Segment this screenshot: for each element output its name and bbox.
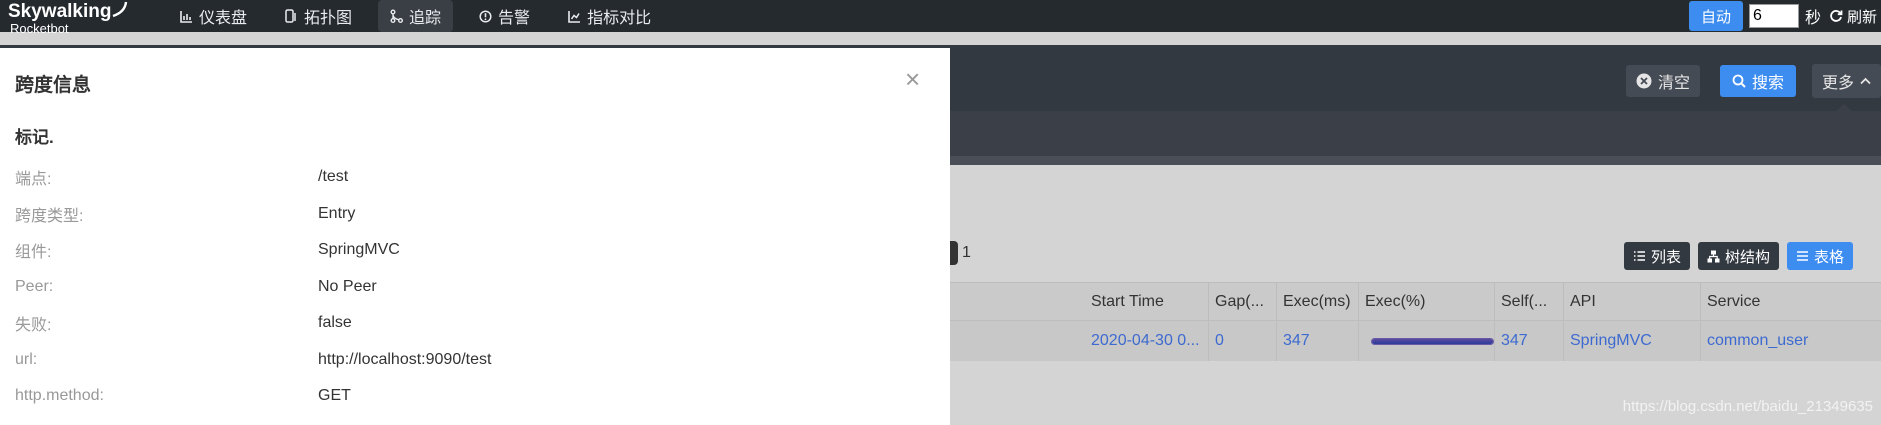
page-number[interactable]: 1 [962, 244, 971, 262]
nav-item-dashboard[interactable]: 仪表盘 [168, 0, 259, 32]
watermark-text: https://blog.csdn.net/baidu_21349635 [1622, 398, 1873, 415]
logo-arc-icon [112, 1, 128, 18]
cell-self[interactable]: 347 [1495, 321, 1564, 361]
field-value: Entry [318, 205, 356, 222]
field-row-error: 失败: false [15, 312, 352, 334]
nav-label-alarm: 告警 [498, 10, 531, 27]
view-table-label: 表格 [1814, 248, 1845, 266]
field-row-component: 组件: SpringMVC [15, 239, 400, 261]
column-header-exec-pct[interactable]: Exec(%) [1359, 283, 1495, 320]
view-tree-label: 树结构 [1725, 248, 1771, 266]
more-dropdown-caret [1836, 104, 1852, 111]
clear-circle-icon [1636, 73, 1652, 89]
field-key: http.method: [15, 387, 104, 404]
nav-label-topology: 拓扑图 [304, 10, 353, 27]
chevron-up-icon [1860, 77, 1871, 85]
logo-subtitle: Rocketbot [10, 21, 69, 36]
field-key: Peer: [15, 278, 54, 295]
field-row-span-type: 跨度类型: Entry [15, 203, 355, 225]
cell-service[interactable]: common_user [1701, 321, 1881, 361]
search-icon [1732, 74, 1746, 88]
refresh-label: 刷新 [1846, 8, 1877, 26]
field-value: No Peer [318, 278, 377, 295]
field-key: url: [15, 351, 38, 368]
column-header-service[interactable]: Service [1701, 283, 1881, 320]
field-key: 跨度类型: [15, 208, 84, 225]
column-header-start-time[interactable]: Start Time [1085, 283, 1209, 320]
nav-label-metric-compare: 指标对比 [587, 10, 652, 27]
column-header-exec-ms[interactable]: Exec(ms) [1277, 283, 1359, 320]
field-value: http://localhost:9090/test [318, 351, 492, 368]
tags-section-title: 标记. [15, 128, 54, 147]
cell-start-time[interactable]: 2020-04-30 0... [1085, 321, 1209, 361]
refresh-icon [1830, 10, 1843, 22]
metric-compare-icon [568, 10, 581, 23]
tree-icon [1707, 250, 1720, 262]
more-label: 更多 [1822, 75, 1855, 92]
field-row-peer: Peer: No Peer [15, 276, 377, 298]
nav-label-dashboard: 仪表盘 [199, 10, 248, 27]
column-header-gap[interactable]: Gap(... [1209, 283, 1277, 320]
cell-exec-ms[interactable]: 347 [1277, 321, 1359, 361]
view-tree-button[interactable]: 树结构 [1698, 242, 1780, 270]
list-icon [1634, 251, 1645, 261]
field-value: SpringMVC [318, 241, 400, 258]
top-nav: Skywalking Rocketbot 仪表盘 拓扑图 追踪 告警 指标对比 … [0, 0, 1881, 36]
column-header-self[interactable]: Self(... [1495, 283, 1564, 320]
field-row-http-method: http.method: GET [15, 385, 351, 407]
field-value: GET [318, 387, 351, 404]
field-key: 失败: [15, 317, 52, 334]
clear-label: 清空 [1658, 75, 1691, 92]
field-value: /test [318, 168, 349, 185]
dashboard-chart-icon [180, 10, 192, 23]
topology-icon [285, 9, 296, 23]
trace-branch-icon [390, 9, 404, 23]
close-icon[interactable]: × [905, 66, 920, 92]
nav-item-topology[interactable]: 拓扑图 [273, 0, 364, 32]
field-row-url: url: http://localhost:9090/test [15, 349, 491, 371]
view-table-button[interactable]: 表格 [1787, 242, 1854, 270]
nav-item-alarm[interactable]: 告警 [467, 0, 542, 32]
field-key: 端点: [15, 171, 52, 188]
exec-percent-bar-fill [1372, 338, 1493, 344]
logo-title: Skywalking [8, 1, 112, 22]
view-list-label: 列表 [1651, 248, 1682, 266]
view-switcher: 列表 树结构 表格 [1624, 242, 1854, 270]
interval-unit-label: 秒 [1804, 10, 1821, 27]
auto-refresh-button[interactable]: 自动 [1688, 1, 1743, 31]
nav-item-trace[interactable]: 追踪 [378, 0, 454, 32]
view-list-button[interactable]: 列表 [1624, 242, 1691, 270]
skywalking-logo[interactable]: Skywalking Rocketbot [8, 0, 128, 46]
field-value: false [318, 314, 352, 331]
table-icon [1797, 251, 1809, 261]
nav-item-metric-compare[interactable]: 指标对比 [556, 0, 663, 32]
cell-exec-pct [1359, 321, 1495, 361]
alarm-icon [479, 9, 492, 23]
refresh-interval-input[interactable] [1748, 4, 1799, 28]
more-button[interactable]: 更多 [1812, 64, 1881, 98]
column-header-api[interactable]: API [1564, 283, 1701, 320]
exec-percent-bar [1371, 337, 1494, 345]
clear-button[interactable]: 清空 [1626, 65, 1701, 97]
refresh-button[interactable]: 刷新 [1829, 6, 1877, 27]
table-row[interactable]: 2020-04-30 0... 0 347 347 SpringMVC comm… [950, 321, 1881, 361]
search-button[interactable]: 搜索 [1720, 65, 1797, 97]
field-key: 组件: [15, 244, 52, 261]
field-row-endpoint: 端点: /test [15, 166, 348, 188]
search-label: 搜索 [1752, 75, 1785, 92]
pager-prev-tab[interactable] [950, 241, 958, 265]
nav-label-trace: 追踪 [409, 10, 442, 27]
cell-gap[interactable]: 0 [1209, 321, 1277, 361]
span-table-header: Start Time Gap(... Exec(ms) Exec(%) Self… [950, 282, 1881, 321]
panel-title: 跨度信息 [15, 75, 92, 96]
cell-api[interactable]: SpringMVC [1564, 321, 1701, 361]
span-info-panel: 跨度信息 × 标记. 端点: /test 跨度类型: Entry 组件: Spr… [0, 48, 950, 425]
